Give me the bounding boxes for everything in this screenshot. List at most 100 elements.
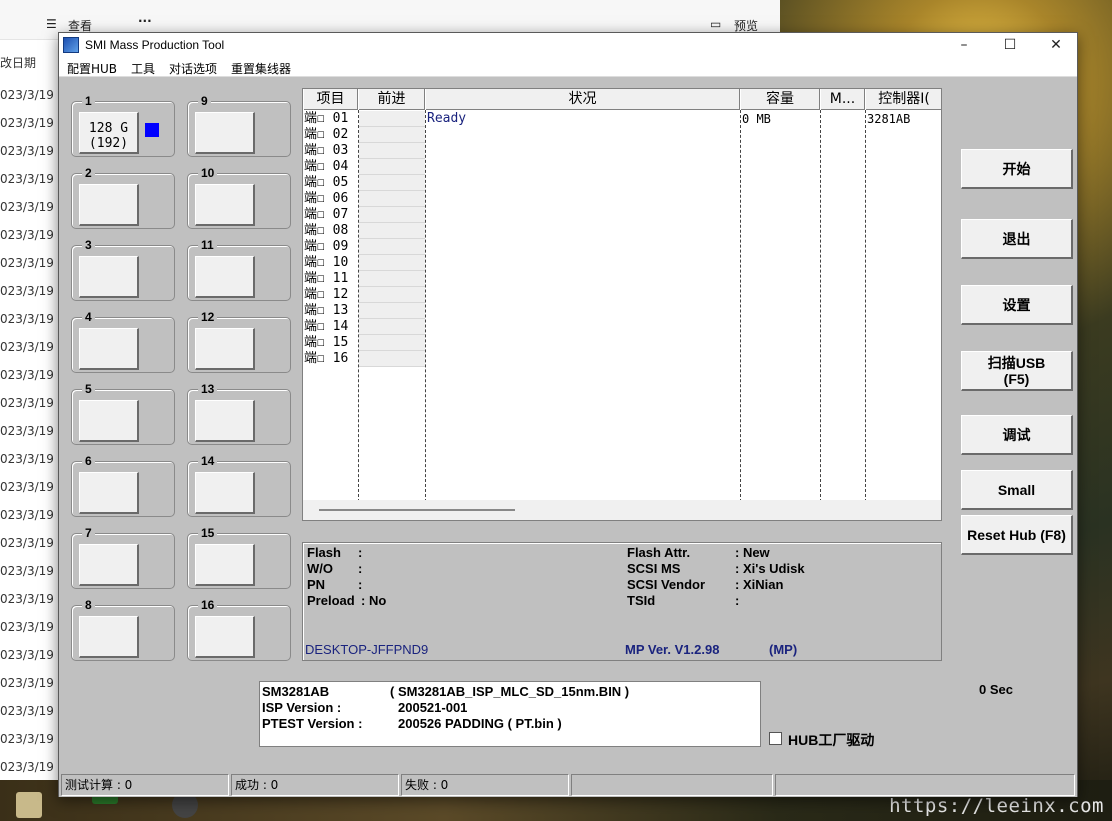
scsi-vendor-value: : XiNian <box>735 577 784 592</box>
file-date: 023/3/19 1 <box>0 312 66 326</box>
progress-cell <box>359 287 425 303</box>
port-button[interactable] <box>195 616 255 658</box>
column-header-capacity[interactable]: 容量 <box>740 89 820 110</box>
flash-label: Flash <box>307 545 341 560</box>
port-slot-10: 10 <box>187 166 291 229</box>
horizontal-scrollbar[interactable] <box>303 500 941 520</box>
port-status-list[interactable]: 项目 前进 状况 容量 M... 控制器I( 端☐ 01 Ready 0 MB 328… <box>302 88 942 521</box>
pc-name: DESKTOP-JFFPND9 <box>305 642 429 657</box>
column-header-item[interactable]: 项目 <box>303 89 358 110</box>
column-header-m[interactable]: M... <box>820 89 865 110</box>
port-button[interactable] <box>195 328 255 370</box>
list-row[interactable]: 端☐ 02 <box>303 127 941 143</box>
settings-button[interactable]: 设置 <box>961 285 1073 325</box>
exit-button[interactable]: 退出 <box>961 219 1073 259</box>
port-button[interactable] <box>79 328 139 370</box>
port-button[interactable] <box>195 544 255 586</box>
port-label[interactable]: 端☐ 12 <box>304 287 358 303</box>
scrollbar-thumb[interactable] <box>319 509 515 511</box>
list-row[interactable]: 端☐ 11 <box>303 271 941 287</box>
list-row[interactable]: 端☐ 14 <box>303 319 941 335</box>
list-row[interactable]: 端☐ 03 <box>303 143 941 159</box>
status-panel <box>775 774 1075 796</box>
tested-count: 测试计算 : 0 <box>61 774 229 796</box>
port-label[interactable]: 端☐ 01 <box>304 111 358 127</box>
port-button[interactable] <box>79 472 139 514</box>
list-row[interactable]: 端☐ 10 <box>303 255 941 271</box>
port-label[interactable]: 端☐ 09 <box>304 239 358 255</box>
port-label[interactable]: 端☐ 02 <box>304 127 358 143</box>
column-header-status[interactable]: 状况 <box>425 89 740 110</box>
hub-driver-checkbox[interactable] <box>769 732 782 745</box>
column-header-progress[interactable]: 前进 <box>358 89 425 110</box>
small-button[interactable]: Small <box>961 470 1073 510</box>
more-options-icon[interactable]: ··· <box>138 14 152 28</box>
port-label[interactable]: 端☐ 03 <box>304 143 358 159</box>
date-modified-header[interactable]: 改日期 <box>0 54 36 71</box>
file-date: 023/3/19 1 <box>0 396 66 410</box>
start-button[interactable]: 开始 <box>961 149 1073 189</box>
port-label[interactable]: 端☐ 08 <box>304 223 358 239</box>
port-label[interactable]: 端☐ 07 <box>304 207 358 223</box>
port-slot-16: 16 <box>187 598 291 661</box>
list-row[interactable]: 端☐ 15 <box>303 335 941 351</box>
menu-reset-hub[interactable]: 重置集线器 <box>231 60 291 77</box>
port-button[interactable] <box>195 256 255 298</box>
port-label[interactable]: 端☐ 04 <box>304 159 358 175</box>
port-button[interactable] <box>79 400 139 442</box>
list-row[interactable]: 端☐ 05 <box>303 175 941 191</box>
column-header-controller[interactable]: 控制器I( <box>865 89 941 110</box>
list-row[interactable]: 端☐ 13 <box>303 303 941 319</box>
port-label[interactable]: 端☐ 10 <box>304 255 358 271</box>
list-row[interactable]: 端☐ 12 <box>303 287 941 303</box>
menu-config-hub[interactable]: 配置HUB <box>67 60 117 77</box>
port-label[interactable]: 端☐ 11 <box>304 271 358 287</box>
port-number: 10 <box>198 166 218 180</box>
file-date: 023/3/19 1 <box>0 536 66 550</box>
taskbar-app-icon[interactable] <box>16 792 42 818</box>
reset-hub-button[interactable]: Reset Hub (F8) <box>961 515 1073 555</box>
list-row[interactable]: 端☐ 16 <box>303 351 941 367</box>
port-label[interactable]: 端☐ 05 <box>304 175 358 191</box>
list-row[interactable]: 端☐ 01 Ready 0 MB 3281AB <box>303 111 941 127</box>
file-date: 023/3/19 1 <box>0 452 66 466</box>
port-number: 12 <box>198 310 218 324</box>
port-button[interactable] <box>79 616 139 658</box>
port-button[interactable] <box>79 256 139 298</box>
hub-driver-label[interactable]: HUB工厂驱动 <box>788 730 874 750</box>
scsi-vendor-label: SCSI Vendor <box>627 577 706 592</box>
ptest-version-label: PTEST Version : <box>262 716 363 731</box>
pn-label: PN <box>307 577 326 592</box>
port-label[interactable]: 端☐ 15 <box>304 335 358 351</box>
preview-pane-icon[interactable]: ▭ <box>710 17 721 31</box>
title-bar[interactable]: SMI Mass Production Tool – ☐ ✕ <box>59 33 1077 57</box>
debug-button[interactable]: 调试 <box>961 415 1073 455</box>
list-row[interactable]: 端☐ 08 <box>303 223 941 239</box>
maximize-button[interactable]: ☐ <box>987 33 1033 57</box>
minimize-button[interactable]: – <box>941 33 987 57</box>
port-label[interactable]: 端☐ 13 <box>304 303 358 319</box>
port-label[interactable]: 端☐ 16 <box>304 351 358 367</box>
port-button[interactable] <box>195 472 255 514</box>
port-label[interactable]: 端☐ 06 <box>304 191 358 207</box>
menu-dialog-options[interactable]: 对话选项 <box>169 60 217 77</box>
close-button[interactable]: ✕ <box>1033 33 1079 57</box>
list-row[interactable]: 端☐ 07 <box>303 207 941 223</box>
port-button[interactable] <box>195 400 255 442</box>
menu-tools[interactable]: 工具 <box>131 60 155 77</box>
port-button[interactable]: 128 G (192) <box>79 112 139 154</box>
firmware-bin: ( SM3281AB_ISP_MLC_SD_15nm.BIN ) <box>390 684 630 699</box>
list-row[interactable]: 端☐ 06 <box>303 191 941 207</box>
list-row[interactable]: 端☐ 04 <box>303 159 941 175</box>
port-number: 14 <box>198 454 218 468</box>
port-slot-1: 1 128 G (192) <box>71 94 175 157</box>
scan-usb-button[interactable]: 扫描USB (F5) <box>961 351 1073 391</box>
port-button[interactable] <box>79 184 139 226</box>
port-button[interactable] <box>195 184 255 226</box>
list-row[interactable]: 端☐ 09 <box>303 239 941 255</box>
port-button[interactable] <box>79 544 139 586</box>
view-menu-icon[interactable]: ☰ <box>46 17 57 31</box>
port-button[interactable] <box>195 112 255 154</box>
port-label[interactable]: 端☐ 14 <box>304 319 358 335</box>
flash-separator: : <box>358 545 363 560</box>
